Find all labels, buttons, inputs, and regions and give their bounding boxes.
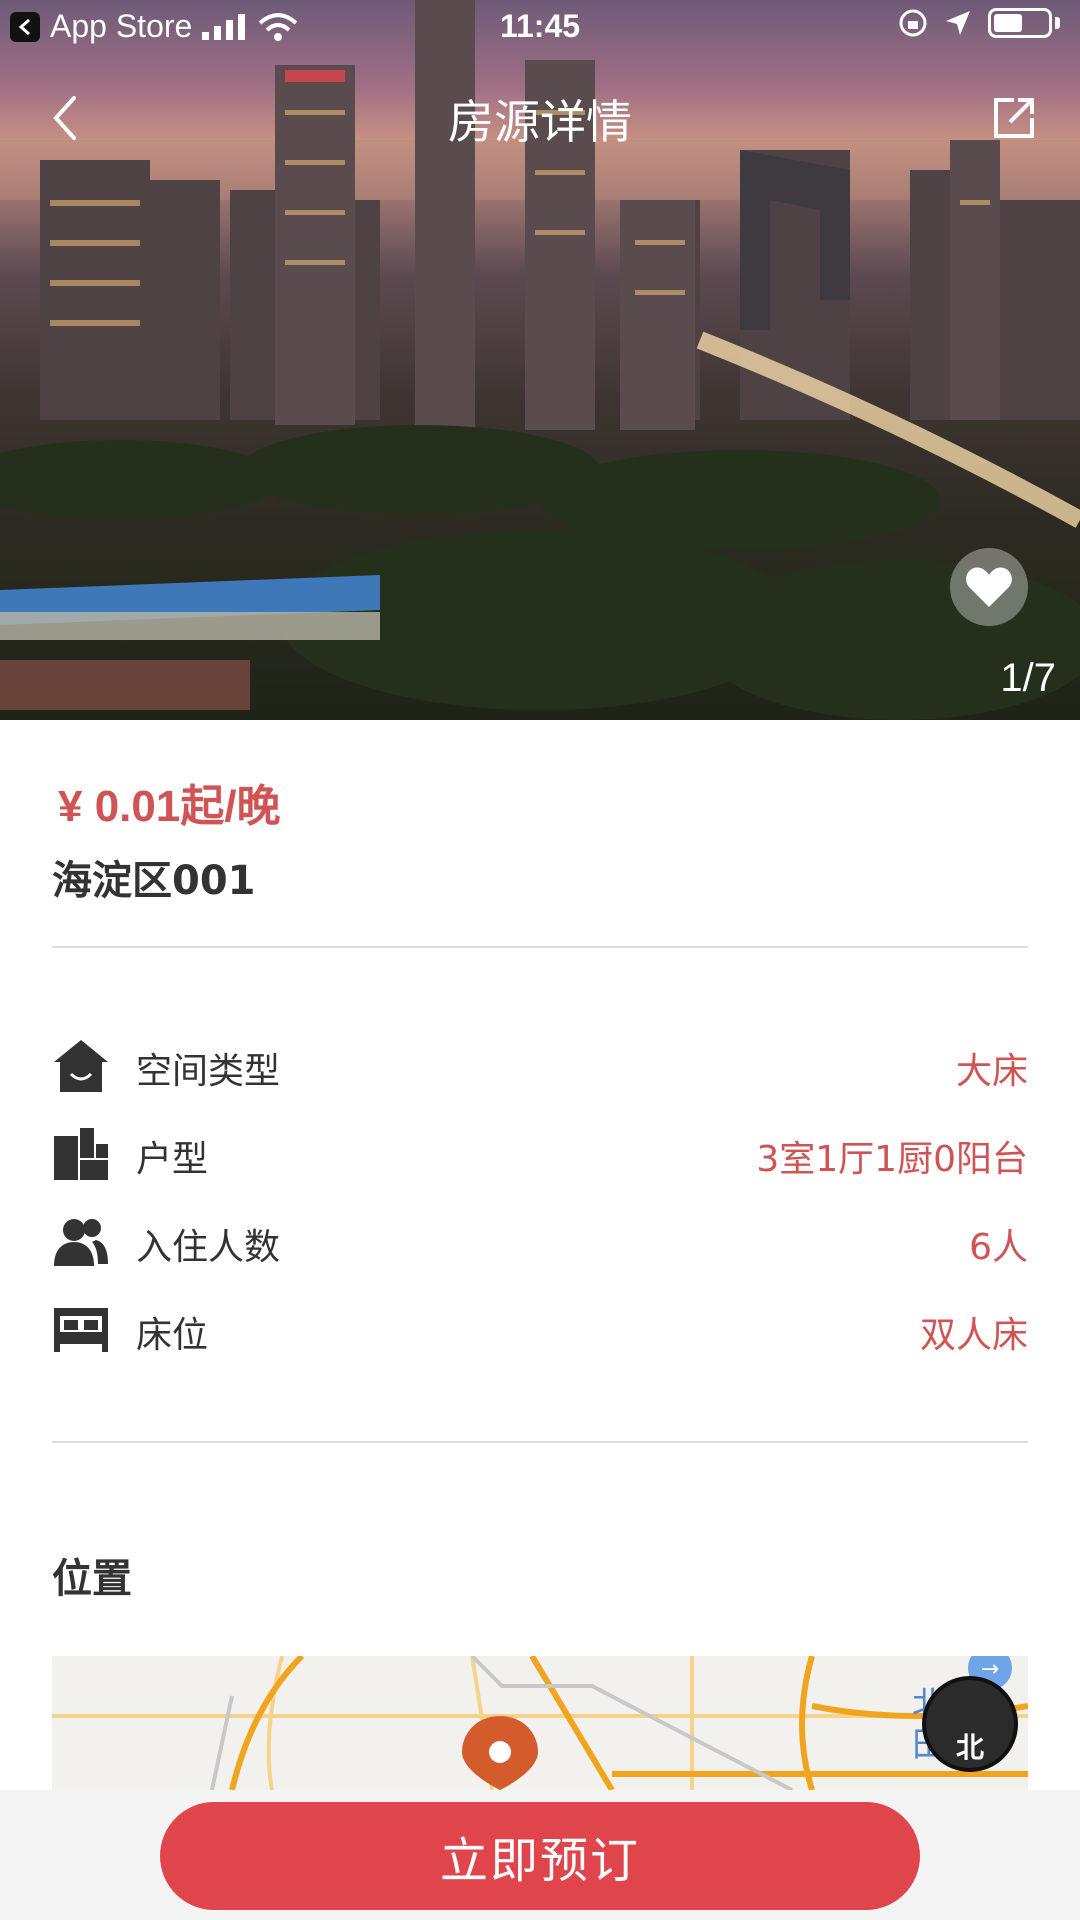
compass-button[interactable]: 北 — [922, 1676, 1018, 1772]
book-now-button[interactable]: 立即预订 — [160, 1802, 920, 1910]
attr-row-layout: 户型 3室1厅1厨0阳台 — [52, 1124, 1028, 1184]
divider — [52, 946, 1028, 948]
attr-row-beds: 床位 双人床 — [52, 1300, 1028, 1360]
attr-label: 入住人数 — [136, 1227, 281, 1268]
bed-icon — [54, 1308, 108, 1352]
attr-label: 床位 — [136, 1315, 209, 1356]
rotation-lock-icon — [899, 9, 927, 37]
photo-counter: 1/7 — [1000, 656, 1056, 700]
attr-label: 户型 — [136, 1139, 209, 1180]
people-icon — [54, 1219, 108, 1266]
attr-label: 空间类型 — [136, 1051, 281, 1092]
map-roads: → 北 田 — [52, 1656, 1028, 1790]
location-arrow-icon — [946, 11, 970, 35]
map-pin-icon — [462, 1716, 538, 1790]
house-icon — [54, 1040, 108, 1092]
heart-icon — [966, 567, 1012, 607]
attr-row-space-type: 空间类型 大床 — [52, 1036, 1028, 1096]
attr-row-occupancy: 入住人数 6人 — [52, 1212, 1028, 1272]
favorite-button[interactable] — [950, 548, 1028, 626]
hero-photo[interactable]: App Store 11:45 房源详情 1/7 — [0, 0, 1080, 720]
nav-bar: 房源详情 — [0, 64, 1080, 174]
share-icon[interactable] — [986, 90, 1042, 146]
attr-value: 大床 — [955, 1051, 1028, 1092]
page-title: 房源详情 — [448, 95, 632, 149]
listing-name: 海淀区001 — [52, 858, 256, 904]
location-map[interactable]: → 北 田 北 — [52, 1656, 1028, 1790]
location-section-title: 位置 — [52, 1556, 132, 1602]
status-bar: App Store 11:45 — [0, 0, 1080, 54]
attr-value: 6人 — [969, 1227, 1028, 1268]
battery-tip — [1055, 17, 1060, 29]
price-per-night: ¥ 0.01起/晚 — [58, 782, 281, 831]
bottom-action-bar: 立即预订 — [0, 1790, 1080, 1920]
attr-value: 双人床 — [919, 1315, 1028, 1356]
attr-value: 3室1厅1厨0阳台 — [756, 1139, 1028, 1180]
battery-icon — [988, 8, 1052, 38]
divider — [52, 1441, 1028, 1443]
compass-label: 北 — [955, 1731, 984, 1764]
floorplan-icon — [54, 1128, 108, 1180]
